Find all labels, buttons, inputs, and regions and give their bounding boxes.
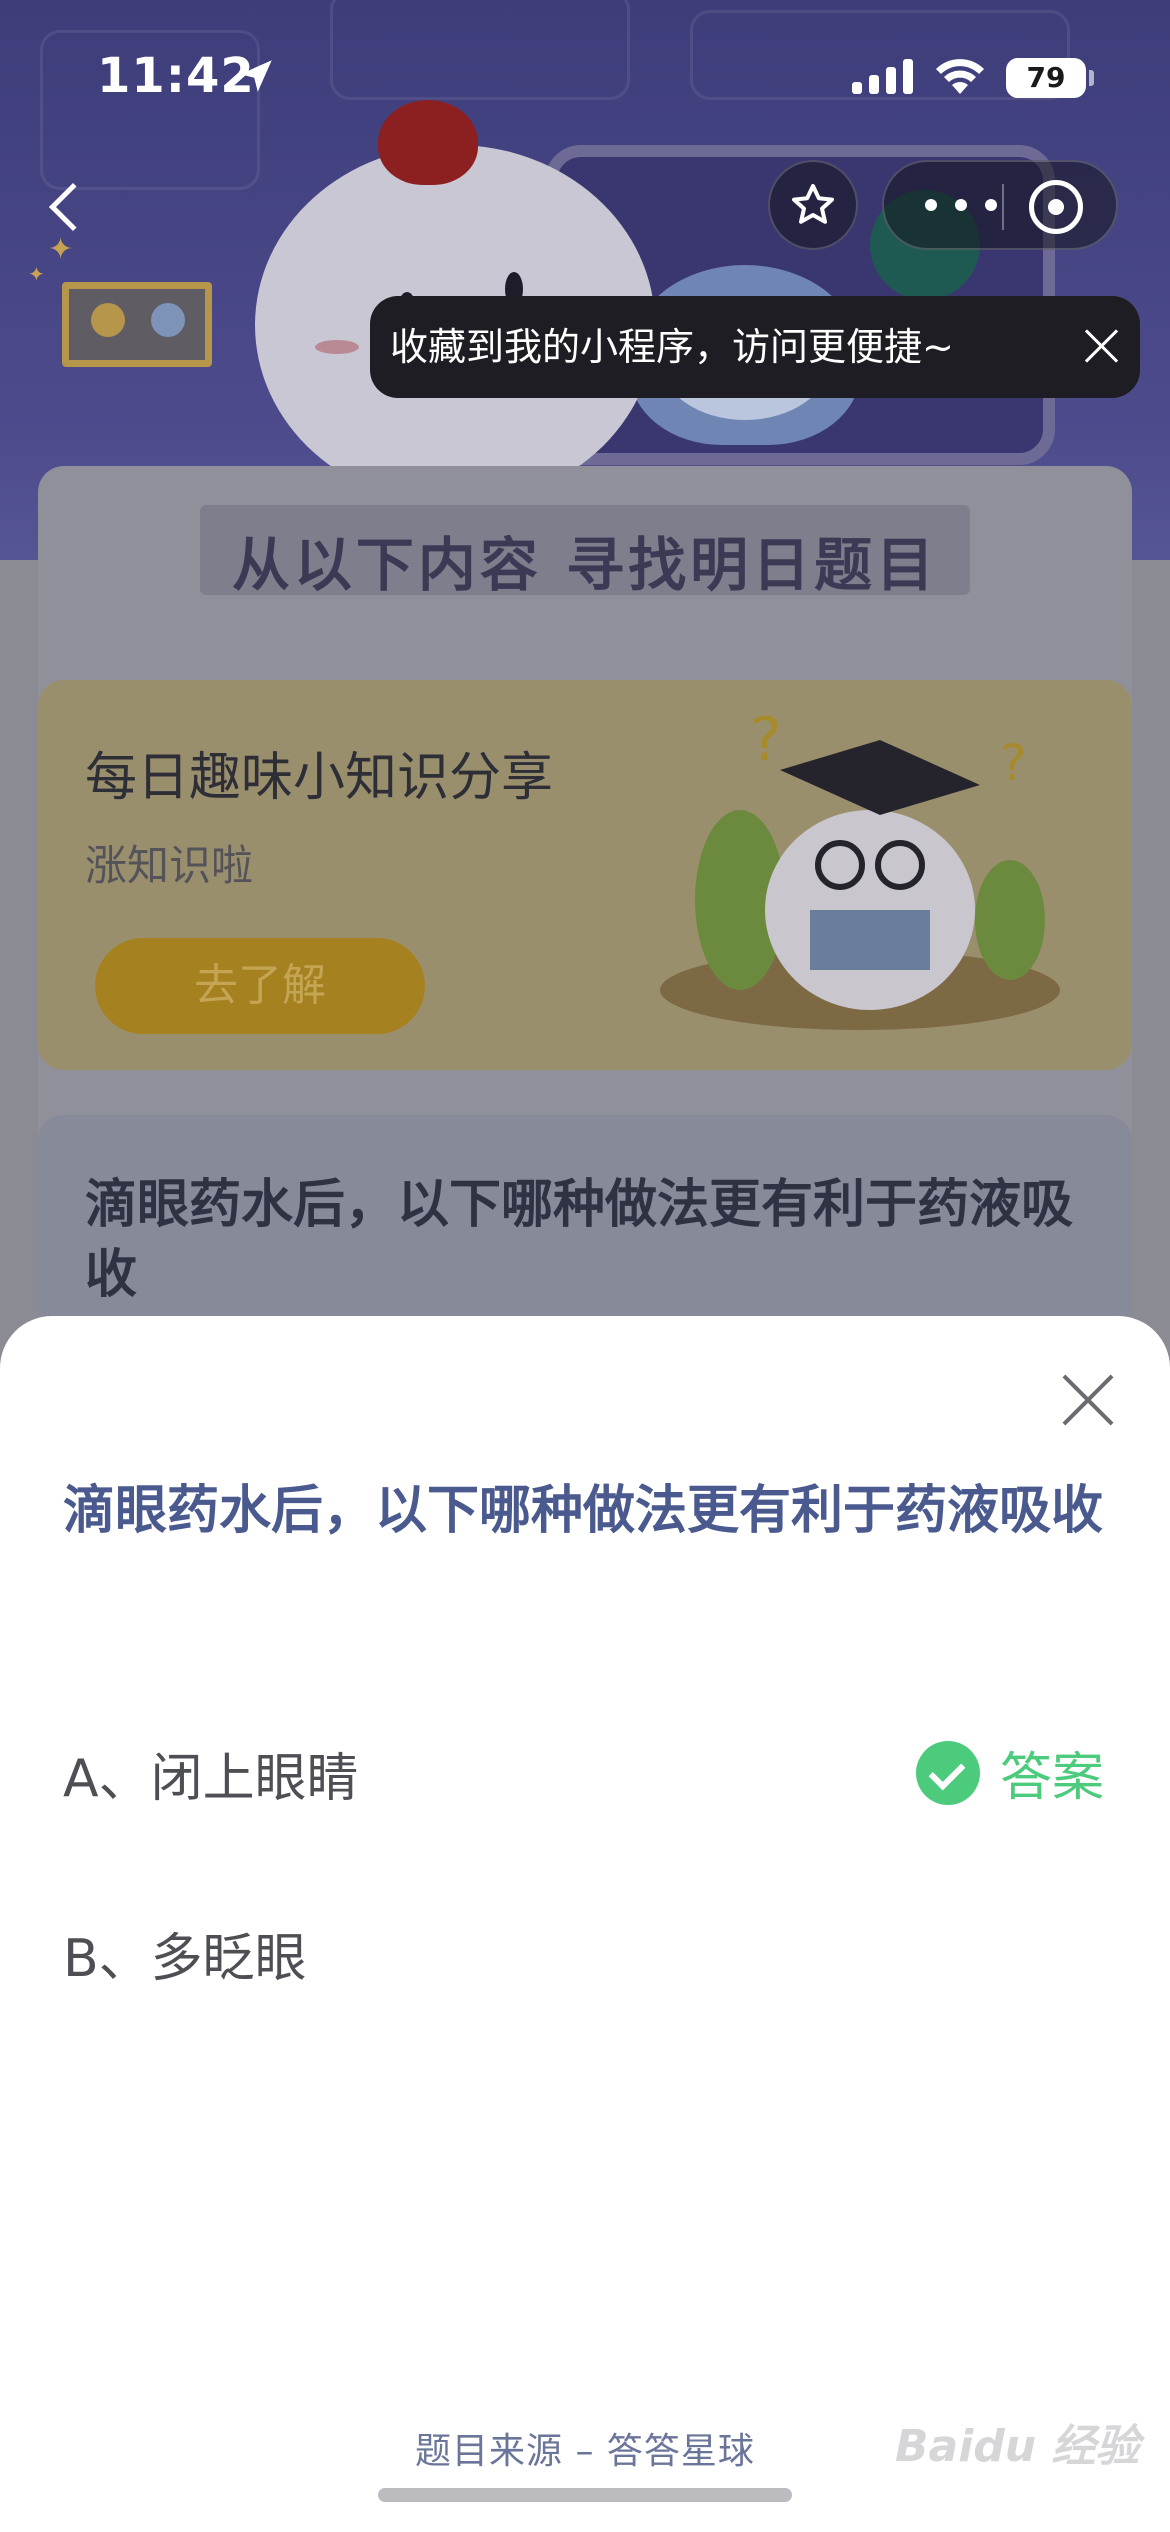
question-preview-text: 滴眼药水后，以下哪种做法更有利于药液吸收 [85, 1175, 1074, 1305]
medal-icon [151, 303, 185, 337]
target-close-icon[interactable] [1029, 180, 1083, 234]
fun-card-subtitle: 涨知识啦 [85, 841, 254, 890]
favorite-tooltip: 收藏到我的小程序，访问更便捷~ [370, 296, 1140, 398]
learn-more-button[interactable]: 去了解 [95, 938, 425, 1034]
mascot-blush [315, 340, 359, 354]
capsule-divider [1002, 184, 1004, 230]
back-button[interactable] [38, 172, 98, 242]
section-heading: 从以下内容 寻找明日题目 [231, 531, 939, 599]
medal-icon [91, 303, 125, 337]
watermark: Baidu 经验 [895, 2421, 1140, 2472]
battery-indicator: 79 [1006, 58, 1086, 98]
decor-shape [330, 0, 630, 100]
scholar-mascot-illustration: ? ? [660, 705, 1060, 1030]
option-b[interactable]: B、多眨眼 [63, 1916, 307, 1991]
location-arrow-icon [240, 60, 272, 92]
close-icon[interactable] [1075, 320, 1127, 372]
sparkle-icon: ✦ [28, 262, 45, 286]
svg-text:?: ? [750, 705, 782, 775]
illustration-mascot-comb [378, 100, 478, 185]
status-time: 11:42 [97, 48, 255, 104]
answer-badge: 答案 [916, 1735, 1104, 1810]
favorite-button[interactable] [768, 160, 858, 250]
answer-label: 答案 [1000, 1748, 1105, 1808]
fun-card-title: 每日趣味小知识分享 [85, 748, 554, 808]
cellular-signal-icon [852, 58, 913, 94]
more-dots-icon[interactable] [916, 190, 1006, 220]
battery-tip [1089, 70, 1094, 86]
option-a[interactable]: A、闭上眼睛 [63, 1736, 359, 1811]
check-circle-icon [916, 1740, 980, 1805]
chevron-left-icon [48, 182, 98, 232]
miniprogram-capsule [882, 160, 1118, 250]
home-indicator[interactable] [378, 2488, 792, 2502]
question-title: 滴眼药水后，以下哪种做法更有利于药液吸收 [63, 1481, 1104, 1541]
close-icon[interactable] [1058, 1370, 1118, 1430]
medal-board-illustration [62, 282, 212, 367]
star-icon [792, 184, 834, 224]
wifi-icon [936, 59, 984, 94]
svg-text:?: ? [1000, 734, 1027, 792]
